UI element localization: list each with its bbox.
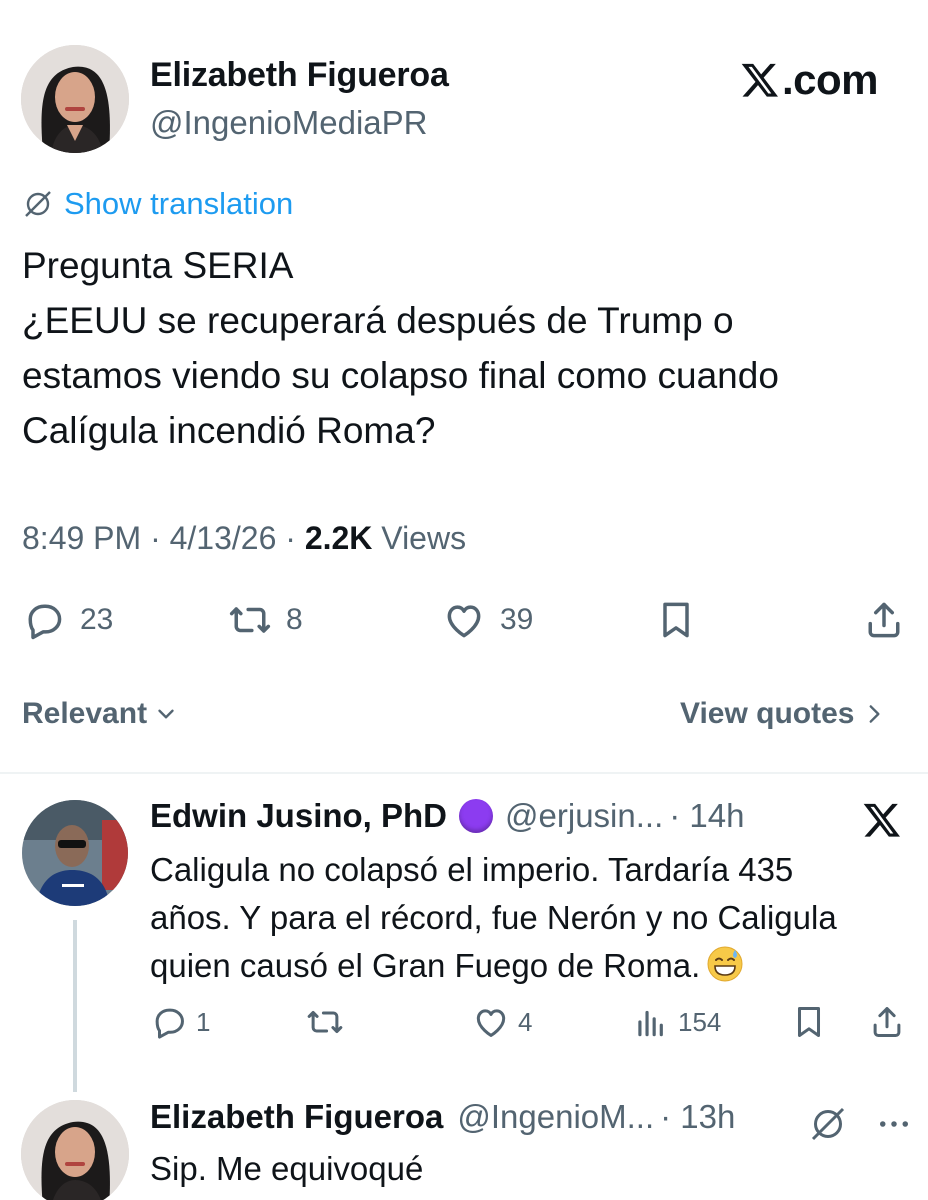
reply-text-line-with-emoji: quien causó el Gran Fuego de Roma.: [150, 942, 910, 990]
reply-header: Edwin Jusino, PhD @erjusin... · 14h: [150, 797, 744, 835]
avatar-portrait-image: [21, 45, 129, 153]
reply-view-count: 154: [678, 1006, 722, 1037]
tweet-text-line: estamos viendo su colapso final como cua…: [22, 355, 779, 396]
heart-icon: [476, 1009, 506, 1037]
reply-bookmark-button[interactable]: [790, 1003, 828, 1041]
meta-separator: ·: [285, 520, 296, 556]
reply-author-name[interactable]: Elizabeth Figueroa: [150, 1098, 443, 1136]
ellipsis-icon[interactable]: [874, 1104, 914, 1144]
chevron-right-icon: [869, 705, 880, 723]
reply-text: Caligula no colapsó el imperio. Tardaría…: [150, 846, 910, 990]
repost-count: 8: [286, 603, 303, 636]
tweet-screenshot: Elizabeth Figueroa @IngenioMediaPR .com …: [0, 0, 928, 1200]
reply-text-line: quien causó el Gran Fuego de Roma.: [150, 947, 701, 984]
view-quotes-link[interactable]: View quotes: [680, 697, 887, 731]
site-label: .com: [782, 56, 879, 103]
reply-header-icons: [808, 1104, 914, 1144]
show-translation-link[interactable]: Show translation: [22, 186, 293, 222]
meta-separator: ·: [150, 520, 161, 556]
reply-author-handle[interactable]: @erjusin...: [505, 797, 663, 835]
tweet-time[interactable]: 8:49 PM: [22, 520, 141, 556]
reply-share-button[interactable]: [868, 1003, 906, 1041]
author-handle[interactable]: @IngenioMediaPR: [150, 104, 428, 142]
sort-relevant-label: Relevant: [22, 697, 148, 730]
reply-views-button[interactable]: 154: [632, 1003, 721, 1041]
reply-avatar[interactable]: [22, 800, 128, 906]
show-translation-label: Show translation: [64, 186, 294, 221]
reply-header: Elizabeth Figueroa @IngenioM... · 13h: [150, 1098, 735, 1136]
share-upload-icon: [873, 1007, 901, 1037]
reply-count: 23: [80, 603, 114, 636]
repost-arrows-icon: [229, 607, 271, 633]
bookmark-icon: [663, 602, 689, 638]
grinning-sweat-emoji: [707, 946, 743, 982]
tweet-date[interactable]: 4/13/26: [170, 520, 277, 556]
heart-icon: [447, 605, 481, 638]
purple-circle-badge-icon: [459, 799, 494, 833]
bookmark-icon: [797, 1007, 821, 1037]
avatar-portrait-image: [22, 800, 128, 906]
section-divider: [0, 772, 928, 774]
repost-arrows-icon: [307, 1010, 343, 1034]
reply-text-line: años. Y para el récord, fue Nerón y no C…: [150, 899, 837, 936]
reply-author-name[interactable]: Edwin Jusino, PhD: [150, 797, 447, 835]
tweet-meta: 8:49 PM · 4/13/26 · 2.2K Views: [22, 520, 466, 557]
share-button[interactable]: [862, 598, 906, 642]
reply-like-button[interactable]: 4: [472, 1003, 532, 1041]
author-avatar[interactable]: [21, 45, 129, 153]
reply-like-count: 4: [518, 1006, 533, 1037]
bar-chart-icon: [638, 1010, 663, 1037]
reply-author-handle[interactable]: @IngenioM...: [457, 1098, 654, 1136]
author-name[interactable]: Elizabeth Figueroa: [150, 56, 449, 95]
tweet-text-line: Calígula incendió Roma?: [22, 410, 436, 451]
sort-relevant-dropdown[interactable]: Relevant: [22, 697, 179, 731]
globe-slash-icon: [25, 191, 51, 217]
x-logo-icon: [863, 803, 900, 837]
speech-bubble-icon: [155, 1008, 184, 1039]
reply-reply-button[interactable]: 1: [150, 1003, 210, 1041]
chevron-down-icon: [158, 709, 174, 719]
reply-text: Sip. Me equivoqué: [150, 1150, 424, 1187]
view-quotes-label: View quotes: [680, 697, 855, 730]
reply-time[interactable]: · 14h: [669, 797, 744, 835]
globe-slash-icon[interactable]: [808, 1104, 848, 1144]
views-count[interactable]: 2.2K: [305, 520, 373, 556]
reply-repost-button[interactable]: [306, 1003, 352, 1041]
x-logo-icon: [741, 63, 778, 97]
like-count: 39: [500, 603, 534, 636]
bookmark-button[interactable]: [654, 598, 698, 642]
tweet-text-line: ¿EEUU se recuperará después de Trump o: [22, 300, 734, 341]
like-button[interactable]: 39: [442, 598, 533, 642]
x-com-watermark: .com: [740, 56, 879, 104]
tweet-text-line: Pregunta SERIA: [22, 245, 294, 286]
reply-avatar[interactable]: [21, 1100, 129, 1200]
repost-button[interactable]: 8: [228, 598, 303, 642]
reply-button[interactable]: 23: [22, 598, 113, 642]
speech-bubble-icon: [28, 604, 62, 640]
reply-reply-count: 1: [196, 1006, 211, 1037]
tweet-text: Pregunta SERIA ¿EEUU se recuperará despu…: [22, 238, 902, 458]
avatar-portrait-image: [21, 1100, 129, 1200]
reply-text-line: Caligula no colapsó el imperio. Tardaría…: [150, 851, 794, 888]
reply-time[interactable]: · 13h: [660, 1098, 735, 1136]
views-label: Views: [381, 520, 467, 556]
share-upload-icon: [868, 602, 900, 638]
thread-connector-line: [73, 920, 77, 1092]
